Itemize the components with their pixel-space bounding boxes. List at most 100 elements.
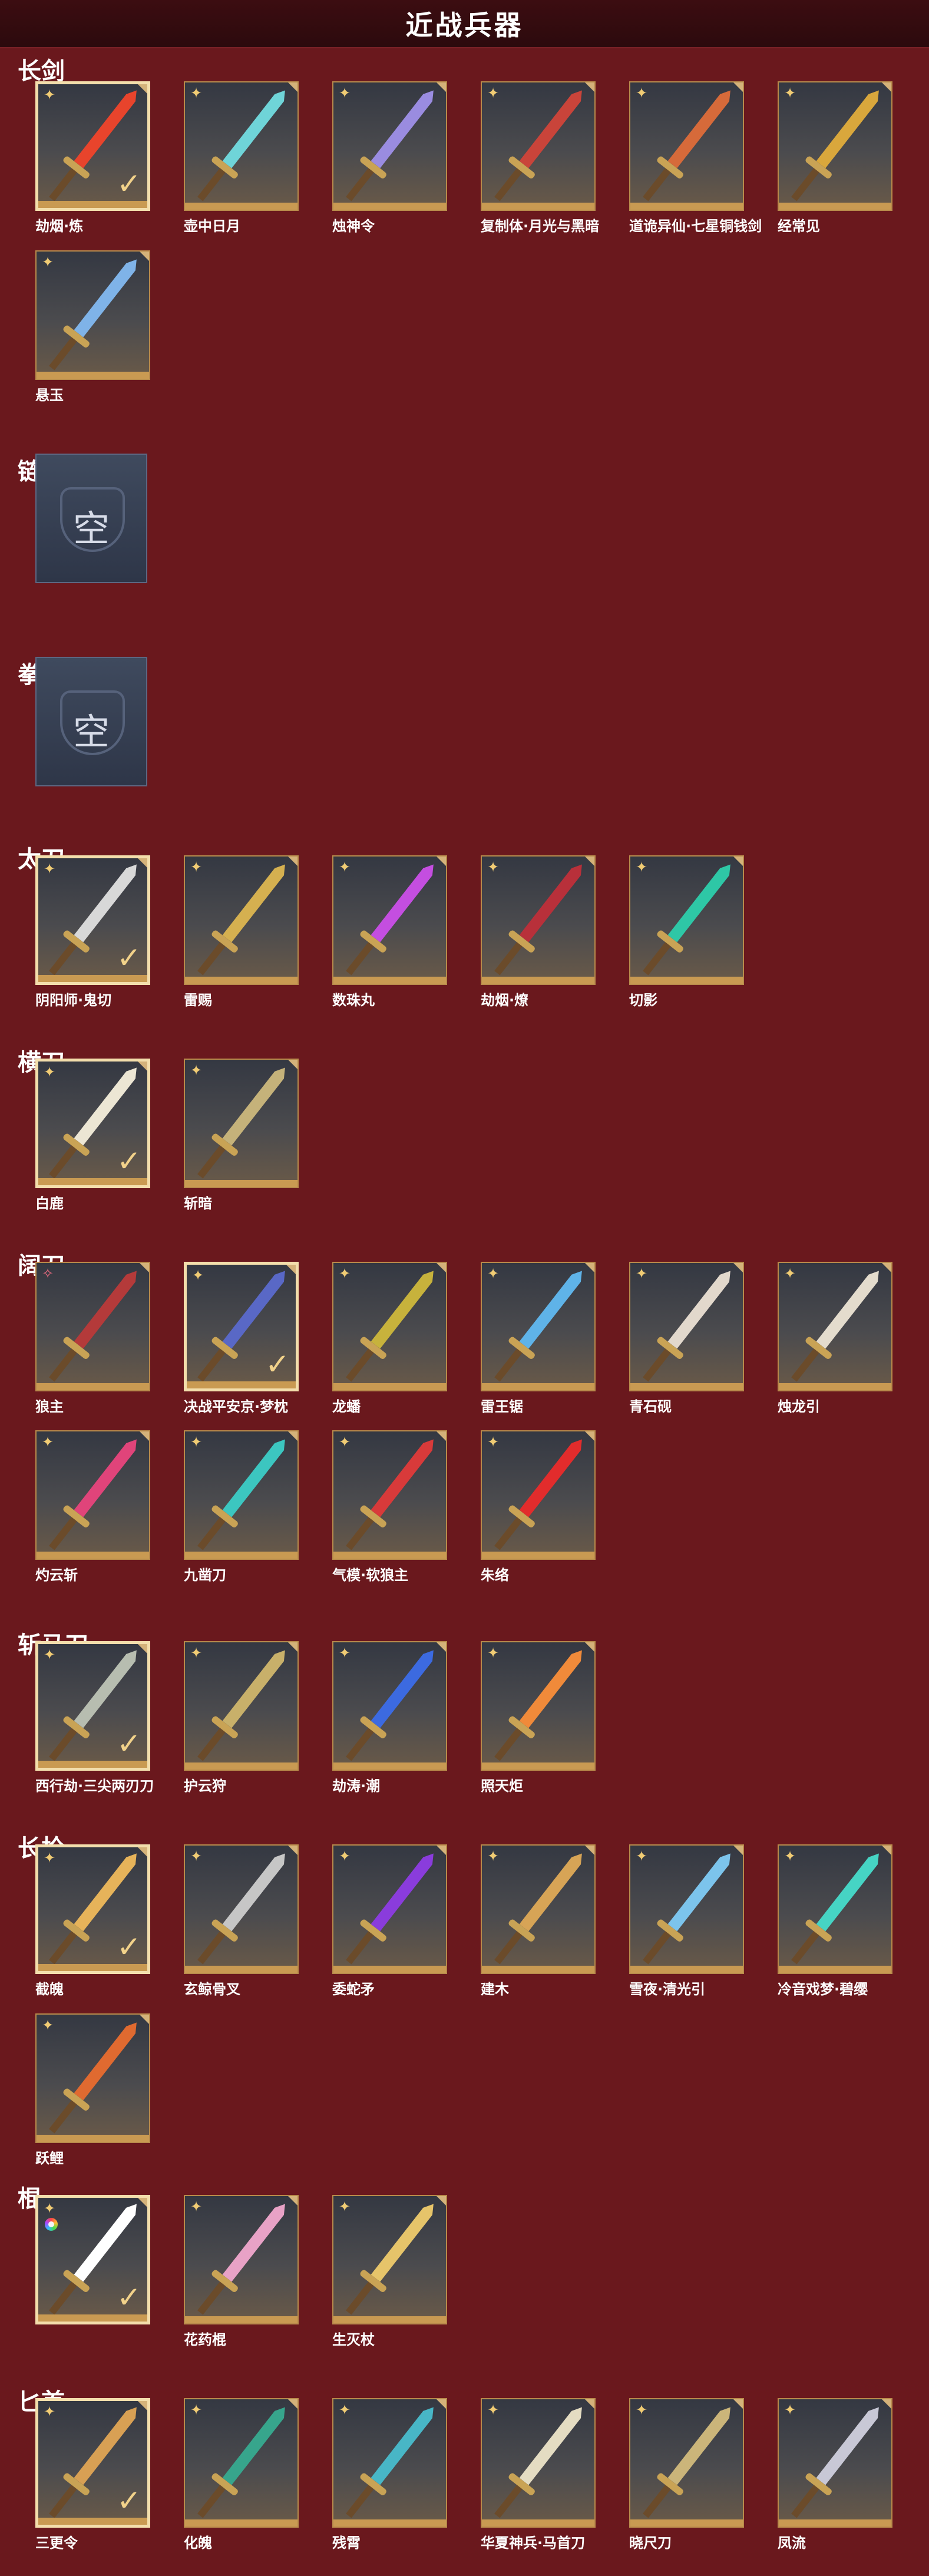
rainbow-rarity-icon <box>45 2218 58 2231</box>
weapon-card[interactable]: ✦ 劫涛·潮 <box>332 1641 447 1794</box>
weapon-card[interactable]: ✦ 雪夜·清光引 <box>629 1844 744 1998</box>
sparkle-icon: ✦ <box>339 859 351 875</box>
weapon-card[interactable]: ✦ 花药棍 <box>184 2195 299 2348</box>
weapon-card[interactable]: ✦ 切影 <box>629 855 744 1008</box>
weapon-hilt <box>642 168 671 201</box>
weapon-card[interactable]: ✦ ✓ 劫烟·炼 <box>35 81 150 234</box>
weapon-card[interactable]: ✦ 化魄 <box>184 2398 299 2551</box>
weapon-card[interactable]: ✦ ✓ 决战平安京·梦枕 <box>184 1262 299 1415</box>
weapon-frame: ✦ <box>184 81 299 211</box>
weapon-card[interactable]: ✦ 悬玉 <box>35 250 150 404</box>
sparkle-icon: ✦ <box>190 85 203 101</box>
weapon-image <box>45 1436 141 1554</box>
weapon-name: 灼云斩 <box>35 1567 78 1583</box>
corner-ornament-icon <box>882 1846 891 1855</box>
checkmark-icon: ✓ <box>117 1727 141 1761</box>
weapon-card[interactable]: ✦ 雷王锯 <box>481 1262 596 1415</box>
weapon-card[interactable]: ✦ 灼云斩 <box>35 1430 150 1583</box>
corner-ornament-icon <box>437 1846 446 1855</box>
weapon-hilt <box>197 1728 226 1761</box>
weapon-card[interactable]: ✦ 壶中日月 <box>184 81 299 234</box>
sparkle-icon: ✦ <box>636 2402 648 2418</box>
corner-ornament-icon <box>138 858 147 868</box>
weapon-image <box>342 87 438 205</box>
weapon-card[interactable]: ✧ 狼主 <box>35 1262 150 1415</box>
weapon-image <box>787 1267 884 1385</box>
weapon-frame: ✦ <box>35 1430 150 1560</box>
weapon-card[interactable]: ✦ 护云狩 <box>184 1641 299 1794</box>
corner-ornament-icon <box>437 82 446 92</box>
corner-ornament-icon <box>733 82 743 92</box>
red-star-icon: ✧ <box>42 1265 54 1282</box>
empty-slot-card[interactable]: 空 <box>35 657 147 786</box>
weapon-image <box>342 1850 438 1968</box>
sparkle-icon: ✦ <box>784 85 796 101</box>
sparkle-icon: ✦ <box>487 2402 500 2418</box>
weapon-blade <box>371 1436 438 1517</box>
weapon-card[interactable]: ✦ 九凿刀 <box>184 1430 299 1583</box>
weapon-card[interactable]: ✦ 冷音戏梦·碧缨 <box>778 1844 892 1998</box>
empty-slot-text: 空 <box>72 507 110 550</box>
weapon-card[interactable]: ✦ 气模·软狼主 <box>332 1430 447 1583</box>
weapon-card[interactable]: ✦ 道诡异仙·七星铜钱剑 <box>629 81 762 234</box>
weapon-card[interactable]: ✦ ✓ 阴阳师·鬼切 <box>35 855 150 1008</box>
weapon-card[interactable]: ✦ ✓ <box>35 2195 150 2330</box>
weapon-card[interactable]: ✦ 青石砚 <box>629 1262 744 1415</box>
weapon-hilt <box>197 1931 226 1965</box>
weapon-card[interactable]: ✦ 玄鲸骨叉 <box>184 1844 299 1998</box>
weapon-blade <box>816 1850 883 1931</box>
weapon-card[interactable]: ✦ 烛龙引 <box>778 1262 892 1415</box>
weapon-blade <box>74 1436 141 1517</box>
weapon-frame: ✦ <box>778 81 892 211</box>
weapon-name: 雷赐 <box>184 992 212 1008</box>
weapon-name: 玄鲸骨叉 <box>184 1981 240 1998</box>
weapon-card[interactable]: ✦ 劫烟·燎 <box>481 855 596 1008</box>
corner-ornament-icon <box>288 1060 297 1069</box>
weapon-card[interactable]: ✦ 生灭杖 <box>332 2195 447 2348</box>
corner-ornament-icon <box>585 1642 594 1652</box>
corner-ornament-icon <box>138 2198 147 2207</box>
weapon-card[interactable]: ✦ ✓ 西行劫·三尖两刃刀 <box>35 1641 154 1794</box>
weapon-card[interactable]: ✦ 跃鲤 <box>35 2013 150 2167</box>
corner-ornament-icon <box>288 82 297 92</box>
weapon-card[interactable]: ✦ 残霄 <box>332 2398 447 2551</box>
weapon-card[interactable]: ✦ 龙蟠 <box>332 1262 447 1415</box>
weapon-frame: ✦ <box>629 855 744 985</box>
weapon-card[interactable]: ✦ ✓ 三更令 <box>35 2398 150 2551</box>
weapon-blade <box>74 1646 141 1728</box>
weapon-hilt <box>48 1145 77 1179</box>
weapon-card[interactable]: ✦ ✓ 白鹿 <box>35 1059 150 1212</box>
weapon-hilt <box>791 2485 819 2518</box>
weapon-name: 白鹿 <box>35 1195 64 1212</box>
corner-ornament-icon <box>437 1263 446 1272</box>
corner-ornament-icon <box>585 1846 594 1855</box>
weapon-card[interactable]: ✦ ✓ 截魄 <box>35 1844 150 1998</box>
weapon-card[interactable]: ✦ 斩暗 <box>184 1059 299 1212</box>
weapon-image <box>193 1646 290 1765</box>
weapon-card[interactable]: ✦ 凤流 <box>778 2398 892 2551</box>
weapon-card[interactable]: ✦ 照天炬 <box>481 1641 596 1794</box>
weapon-image <box>490 861 587 979</box>
weapon-card[interactable]: ✦ 数珠丸 <box>332 855 447 1008</box>
weapon-card[interactable]: ✦ 晓尺刀 <box>629 2398 744 2551</box>
sparkle-icon: ✦ <box>44 861 56 877</box>
weapon-name: 冷音戏梦·碧缨 <box>778 1981 868 1998</box>
weapon-blade <box>371 87 438 168</box>
weapon-card[interactable]: ✦ 雷赐 <box>184 855 299 1008</box>
corner-ornament-icon <box>288 2399 297 2409</box>
weapon-image <box>490 1436 587 1554</box>
weapon-name: 劫烟·燎 <box>481 992 529 1008</box>
weapon-card[interactable]: ✦ 复制体·月光与黑暗 <box>481 81 599 234</box>
weapon-hilt <box>642 1348 671 1382</box>
weapon-card[interactable]: ✦ 委蛇矛 <box>332 1844 447 1998</box>
weapon-card[interactable]: ✦ 华夏神兵·马首刀 <box>481 2398 596 2551</box>
weapon-blade <box>74 1850 141 1931</box>
weapon-name: 残霄 <box>332 2535 361 2551</box>
sparkle-icon: ✦ <box>339 85 351 101</box>
weapon-name: 切影 <box>629 992 657 1008</box>
empty-slot-card[interactable]: 空 <box>35 454 147 583</box>
weapon-card[interactable]: ✦ 烛神令 <box>332 81 447 234</box>
weapon-card[interactable]: ✦ 建木 <box>481 1844 596 1998</box>
weapon-card[interactable]: ✦ 经常见 <box>778 81 892 234</box>
weapon-card[interactable]: ✦ 朱络 <box>481 1430 596 1583</box>
